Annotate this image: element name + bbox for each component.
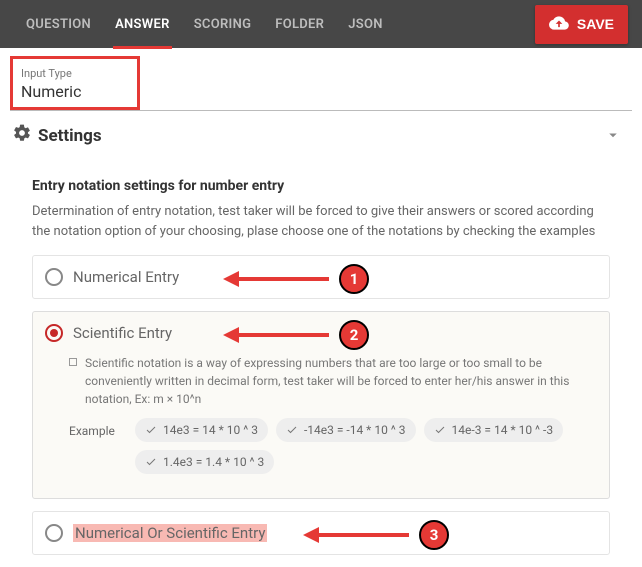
section-title: Entry notation settings for number entry	[32, 178, 610, 194]
square-bullet-icon	[69, 358, 77, 366]
tab-scoring[interactable]: SCORING	[182, 1, 264, 48]
save-button[interactable]: SAVE	[535, 5, 628, 44]
input-type-field[interactable]: Input Type Numeric	[10, 56, 632, 110]
tab-folder[interactable]: FOLDER	[263, 1, 336, 48]
example-chip: 14e3 = 14 * 10 ^ 3	[135, 418, 268, 442]
option-scientific-entry[interactable]: Scientific Entry 2 Scientific notation i…	[32, 311, 610, 499]
option-label: Scientific Entry	[73, 324, 172, 342]
example-chip: 14e-3 = 14 * 10 ^ -3	[424, 418, 564, 442]
example-chip: -14e3 = -14 * 10 ^ 3	[276, 418, 416, 442]
input-type-label: Input Type	[21, 67, 127, 80]
option-label: Numerical Entry	[73, 268, 179, 286]
example-row: Example 14e3 = 14 * 10 ^ 3 -14e3 = -14 *…	[69, 418, 597, 474]
section-desc: Determination of entry notation, test ta…	[32, 202, 610, 241]
option-numerical-or-scientific[interactable]: Numerical Or Scientific Entry 3	[32, 511, 610, 555]
input-type-value: Numeric	[21, 82, 127, 101]
tab-question[interactable]: QUESTION	[14, 1, 103, 48]
settings-title: Settings	[38, 126, 102, 146]
radio-icon	[45, 524, 63, 542]
option-numerical-entry[interactable]: Numerical Entry 1	[32, 255, 610, 299]
example-label: Example	[69, 418, 125, 438]
option-label: Numerical Or Scientific Entry	[73, 524, 267, 542]
example-chip: 1.4e3 = 1.4 * 10 ^ 3	[135, 450, 274, 474]
chevron-down-icon[interactable]	[604, 126, 622, 148]
top-bar: QUESTION ANSWER SCORING FOLDER JSON SAVE	[0, 0, 642, 48]
option-description: Scientific notation is a way of expressi…	[85, 354, 597, 408]
radio-icon-selected	[45, 324, 63, 342]
cloud-upload-icon	[549, 13, 569, 36]
settings-header: Settings	[12, 123, 630, 148]
tab-json[interactable]: JSON	[336, 1, 395, 48]
settings-card: Entry notation settings for number entry…	[18, 164, 624, 555]
save-label: SAVE	[577, 16, 614, 32]
annotation-highlight-box: Input Type Numeric	[10, 56, 140, 110]
field-underline	[10, 110, 632, 111]
option-description-row: Scientific notation is a way of expressi…	[69, 354, 597, 408]
tab-answer[interactable]: ANSWER	[103, 1, 182, 48]
gear-icon	[12, 123, 32, 148]
radio-icon	[45, 268, 63, 286]
